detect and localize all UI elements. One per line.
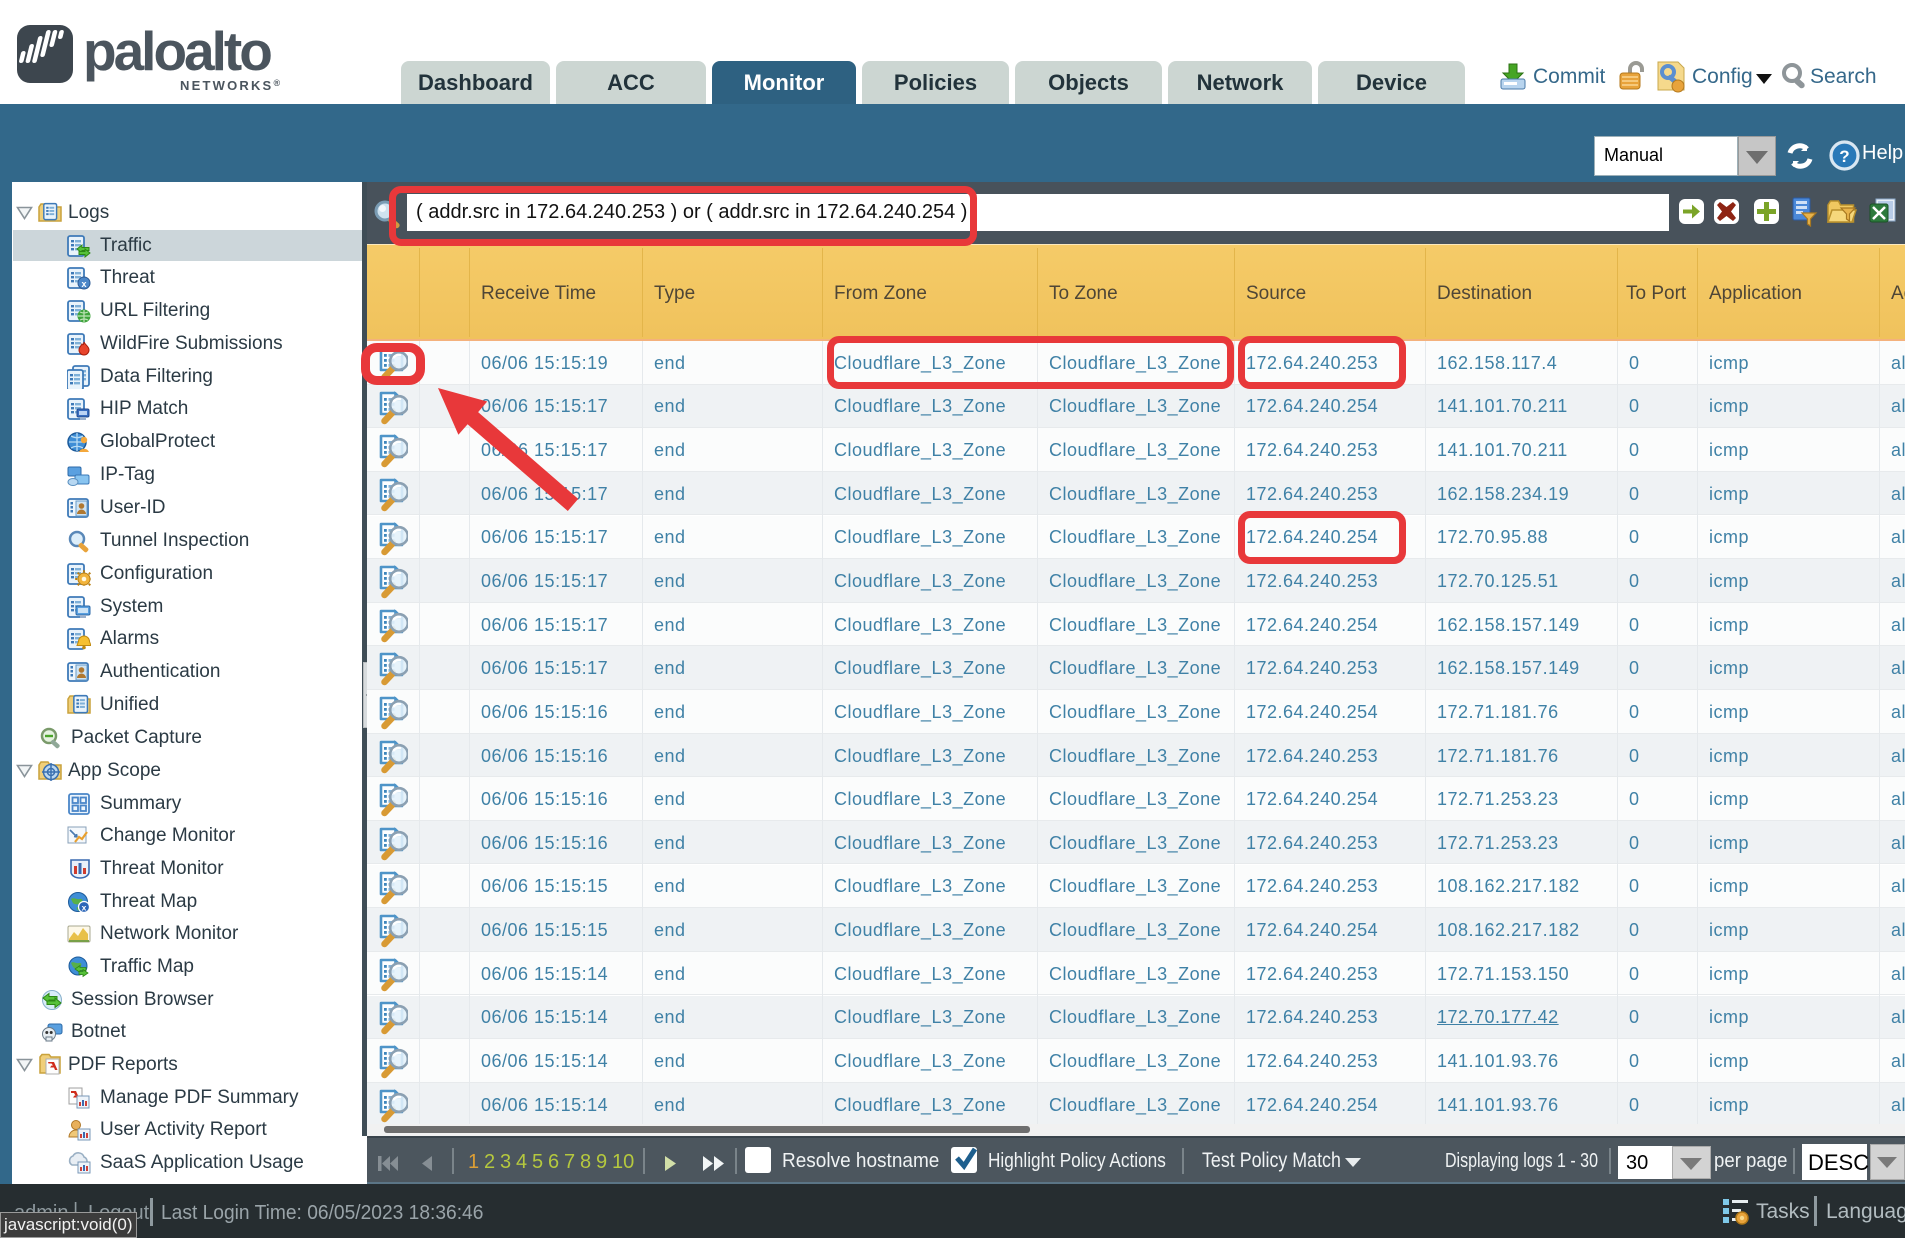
svg-text:x: x	[81, 279, 86, 289]
svg-text:?: ?	[1839, 147, 1849, 166]
svg-text:x: x	[82, 903, 87, 913]
